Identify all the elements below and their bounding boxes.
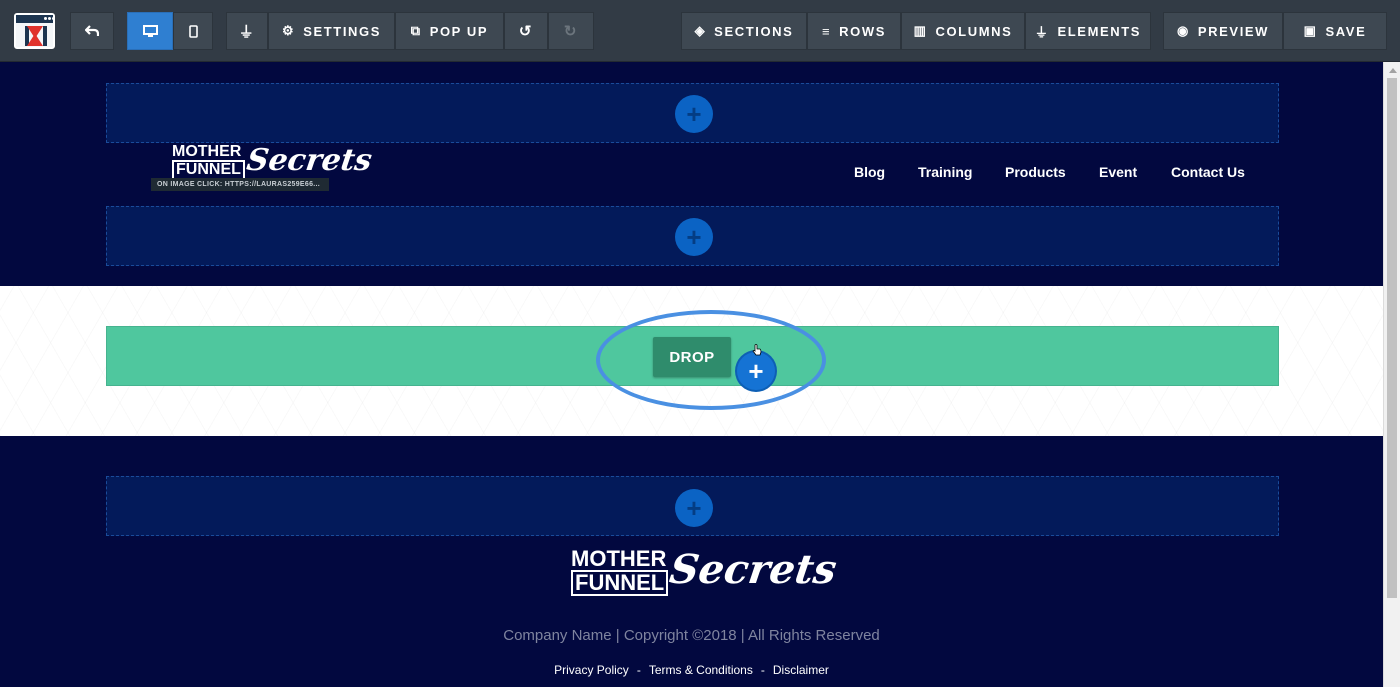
settings-label: SETTINGS [303, 23, 382, 39]
external-link-icon: ⧉ [410, 23, 422, 38]
image-link-tooltip: ON IMAGE CLICK: HTTPS://LAURAS259E66... [151, 178, 329, 191]
scroll-up-arrow-icon[interactable] [1389, 68, 1397, 73]
mobile-icon [188, 24, 198, 38]
integrations-button[interactable]: ⏚ [226, 12, 268, 50]
plug-icon: ⏚ [1034, 24, 1050, 40]
nav-link-blog[interactable]: Blog [854, 164, 885, 180]
logo-mother-text: MOTHER [172, 143, 242, 160]
footer-separator: - [760, 663, 765, 677]
preview-label: PREVIEW [1197, 23, 1270, 39]
back-button[interactable] [70, 12, 114, 50]
elements-button[interactable]: ⏚ ELEMENTS [1025, 12, 1151, 50]
columns-label: COLUMNS [935, 23, 1013, 39]
cube-icon: ◈ [694, 23, 707, 38]
plug-icon: ⏚ [238, 23, 256, 41]
popup-label: POP UP [429, 23, 489, 39]
rows-button[interactable]: ≡ ROWS [807, 12, 901, 50]
footer-link-privacy[interactable]: Privacy Policy [554, 663, 629, 677]
desktop-view-button[interactable] [127, 12, 173, 50]
logo-funnel-text: FUNNEL [172, 160, 245, 180]
add-row-plus-icon[interactable]: + [675, 95, 713, 133]
eye-icon: ◉ [1176, 23, 1190, 38]
sections-button[interactable]: ◈ SECTIONS [681, 12, 807, 50]
undo-arrow-icon [85, 25, 99, 36]
footer-links: Privacy Policy - Terms & Conditions - Discla… [0, 663, 1383, 677]
nav-link-training[interactable]: Training [918, 164, 972, 180]
header-logo[interactable]: MOTHER FUNNEL Secrets [172, 142, 375, 180]
footer-logo[interactable]: MOTHER FUNNEL Secrets [571, 546, 840, 596]
gears-icon: ⚙ [281, 23, 296, 38]
preview-button[interactable]: ◉ PREVIEW [1163, 12, 1283, 50]
clickfunnels-logo-icon[interactable] [14, 13, 55, 49]
redo-button[interactable]: ↻ [548, 12, 594, 50]
bars-icon: ≡ [821, 23, 832, 39]
undo-icon: ↺ [518, 23, 534, 40]
footer-link-disclaimer[interactable]: Disclaimer [773, 663, 829, 677]
mobile-view-button[interactable] [173, 12, 213, 50]
desktop-icon [142, 24, 158, 37]
footer-logo-mother-text: MOTHER [571, 546, 667, 571]
save-button[interactable]: ▣ SAVE [1283, 12, 1387, 50]
columns-button[interactable]: ▥ COLUMNS [901, 12, 1025, 50]
nav-link-event[interactable]: Event [1099, 164, 1137, 180]
settings-button[interactable]: ⚙ SETTINGS [268, 12, 395, 50]
editor-toolbar: ⏚ ⚙ SETTINGS ⧉ POP UP ↺ ↻ ◈ SECTIONS ≡ R… [0, 0, 1400, 62]
footer-logo-funnel-text: FUNNEL [571, 570, 669, 596]
elements-label: ELEMENTS [1057, 23, 1142, 39]
logo-secrets-text: Secrets [244, 142, 375, 178]
highlight-ring [596, 310, 826, 410]
rows-label: ROWS [839, 23, 887, 39]
sections-label: SECTIONS [714, 23, 794, 39]
nav-link-products[interactable]: Products [1005, 164, 1066, 180]
scrollbar-thumb[interactable] [1387, 78, 1397, 598]
save-label: SAVE [1325, 23, 1367, 39]
undo-button[interactable]: ↺ [504, 12, 548, 50]
copyright-text: Company Name | Copyright ©2018 | All Rig… [503, 627, 880, 644]
floppy-disk-icon: ▣ [1303, 23, 1318, 38]
footer-logo-secrets-text: Secrets [666, 545, 840, 593]
popup-button[interactable]: ⧉ POP UP [395, 12, 504, 50]
add-row-plus-icon[interactable]: + [675, 218, 713, 256]
columns-icon: ▥ [913, 23, 928, 38]
redo-icon: ↻ [563, 23, 579, 40]
page-scrollbar[interactable] [1383, 62, 1400, 687]
nav-link-contact-us[interactable]: Contact Us [1171, 164, 1245, 180]
footer-link-terms[interactable]: Terms & Conditions [649, 663, 753, 677]
add-row-plus-icon[interactable]: + [675, 489, 713, 527]
hand-cursor-icon [752, 344, 762, 356]
footer-separator: - [636, 663, 641, 677]
